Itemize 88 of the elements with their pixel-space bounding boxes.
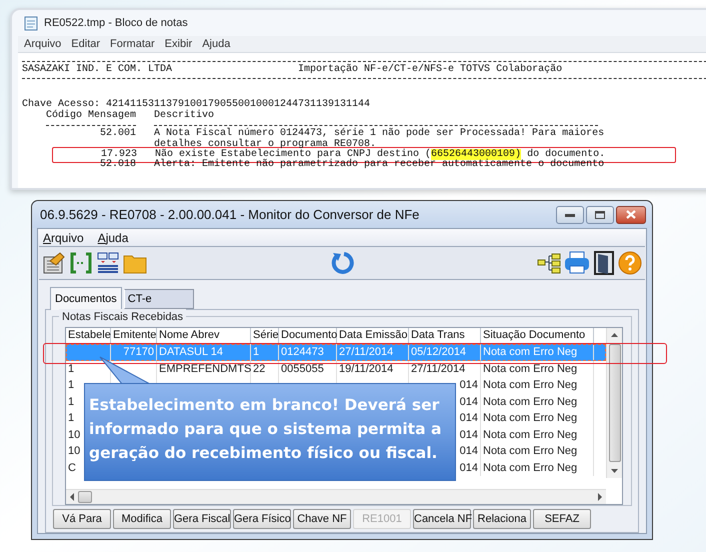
scroll-thumb[interactable] — [78, 491, 92, 503]
table-cell-text: 27/11/2014 — [411, 362, 466, 376]
column-header: Descritivo — [154, 110, 214, 122]
help-icon[interactable] — [618, 251, 642, 275]
table-cell-text: 05/12/2014 — [411, 345, 466, 360]
table-cell-text: 10 — [68, 428, 80, 442]
menu-item[interactable]: Ajuda — [202, 36, 230, 52]
bracket-icon[interactable] — [69, 251, 93, 275]
table-cell-text: 014 — [460, 428, 478, 442]
refresh-icon[interactable] — [330, 251, 354, 275]
column-header[interactable]: Documento — [281, 329, 338, 341]
action-button[interactable]: Vá Para — [53, 509, 111, 529]
tab[interactable]: Documentos — [50, 287, 122, 310]
menu-item[interactable]: Editar — [71, 36, 100, 52]
column-header[interactable]: Data Emissão — [339, 329, 408, 341]
table-cell-text: 014 — [460, 411, 478, 426]
minimize-icon — [565, 212, 575, 216]
message-code: 52.001 — [98, 129, 136, 140]
close-icon — [626, 210, 636, 219]
menu-item[interactable]: Exibir — [164, 36, 192, 52]
window-title: 06.9.5629 - RE0708 - 2.00.00.041 - Monitor do Conversor de NFe — [40, 206, 420, 224]
table-cell-text: Nota com Erro Neg — [483, 345, 578, 360]
column-header[interactable]: Série — [253, 329, 279, 341]
menu-item[interactable]: Ajuda — [98, 228, 128, 246]
column-header[interactable]: Emitente — [113, 329, 156, 341]
action-button[interactable]: Modifica — [113, 509, 171, 529]
document-icon[interactable] — [42, 251, 66, 275]
column-header[interactable]: Estabele — [68, 329, 111, 341]
column-header[interactable]: Situação Documento — [483, 329, 586, 341]
horizontal-scrollbar[interactable] — [66, 489, 606, 504]
window-title: RE0522.tmp - Bloco de notas — [44, 16, 188, 31]
action-button[interactable]: Gera Físico — [233, 509, 291, 529]
close-button[interactable] — [616, 206, 646, 224]
column-header: Código Mensagem — [45, 110, 136, 122]
message-text: detalhes consultar o programa RE0708. — [154, 140, 376, 150]
action-button[interactable]: Chave NF — [293, 509, 351, 529]
list-icon[interactable] — [96, 251, 120, 275]
table-cell-text: 27/11/2014 — [339, 345, 394, 360]
company-name: SASAZAKI IND. E COM. LTDA — [22, 65, 174, 76]
report-title: Importação NF-e/CT-e/NFS-e TOTVS Colaboração — [298, 65, 562, 76]
menu-item[interactable]: Arquivo — [24, 36, 62, 52]
menu-item[interactable]: Arquivo — [43, 228, 84, 246]
table-cell-text: 0055055 — [281, 362, 324, 376]
column-header[interactable]: Nome Abrev — [159, 329, 220, 341]
action-button[interactable]: Cancela NF — [413, 509, 471, 529]
table-cell-text: 10 — [68, 444, 80, 459]
message-code: 17.923 — [100, 150, 137, 160]
table-cell-text: 014 — [460, 460, 478, 476]
table-cell-text: Nota com Erro Neg — [483, 394, 578, 410]
table-cell-text: 014 — [460, 378, 478, 393]
table-cell-text: Nota com Erro Neg — [483, 362, 578, 376]
tree-icon[interactable] — [537, 251, 561, 275]
table-cell-text: Nota com Erro Neg — [483, 378, 578, 393]
callout-tooltip: Estabelecimento em branco! Deverá ser informado para que o sistema permita a geração do recebimento físico ou fiscal. — [84, 383, 456, 481]
table-cell-text: Nota com Erro Neg — [483, 444, 578, 459]
table-cell-text: 014 — [460, 444, 478, 459]
table-cell-text: 1 — [253, 345, 260, 360]
table-cell-text: Nota com Erro Neg — [483, 428, 578, 442]
action-button[interactable]: SEFAZ — [533, 509, 591, 529]
message-text: A Nota Fiscal número 0124473, série 1 não pode ser Processada! Para maiores — [154, 129, 604, 140]
table-cell-text: 0124473 — [281, 345, 324, 360]
table-cell-text: C — [68, 460, 76, 476]
maximize-button[interactable] — [586, 206, 614, 224]
tab[interactable]: CT-e — [124, 289, 194, 309]
table-cell-text: Nota com Erro Neg — [483, 411, 578, 426]
table-cell-text: 77170 — [123, 345, 154, 360]
table-cell-text: 19/11/2014 — [339, 362, 394, 376]
table-cell-text: DATASUL 14 — [159, 345, 223, 360]
vertical-scrollbar[interactable] — [606, 328, 622, 478]
table-cell-text: 1 — [68, 411, 74, 426]
menu-item[interactable]: Formatar — [110, 36, 155, 52]
table-cell-text: 1 — [68, 394, 74, 410]
action-button[interactable]: Relaciona — [473, 509, 531, 529]
table-cell-text: EMPREFENDMTS — [159, 362, 252, 376]
table-cell-text: Nota com Erro Neg — [483, 460, 578, 476]
access-key: Chave Acesso: 42141153113791001790550010001244731139131144 — [22, 100, 370, 111]
scroll-thumb[interactable] — [608, 344, 620, 462]
table-cell-text: 014 — [460, 394, 478, 410]
notepad-icon — [24, 16, 38, 30]
table-cell-text: 1 — [68, 378, 74, 393]
printer-icon[interactable] — [564, 251, 590, 275]
action-button[interactable]: Gera Fiscal — [173, 509, 231, 529]
column-header[interactable]: Data Trans — [411, 329, 465, 341]
maximize-icon — [595, 210, 605, 218]
minimize-button[interactable] — [556, 206, 584, 224]
table-cell-text: 1 — [68, 362, 74, 376]
door-icon[interactable] — [593, 251, 615, 275]
table-cell-text: 22 — [253, 362, 266, 376]
